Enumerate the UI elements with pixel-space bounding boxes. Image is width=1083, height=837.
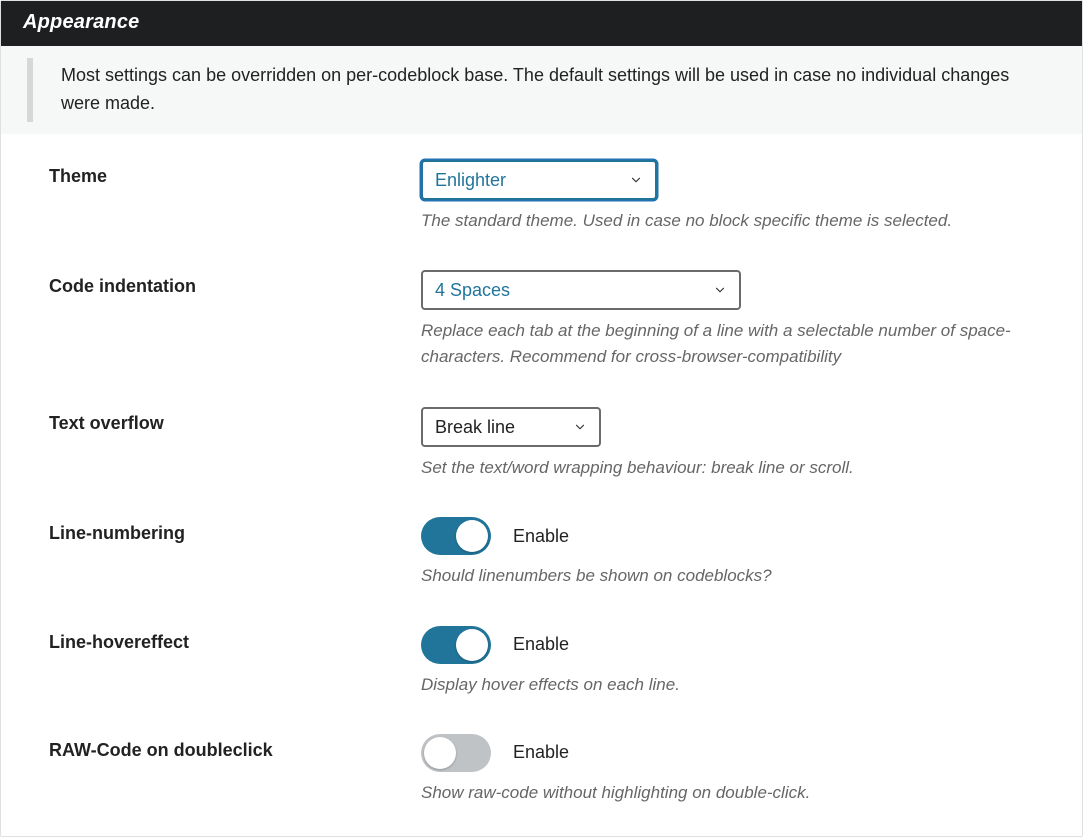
- field-linenumbering: Line-numbering Enable Should linenumbers…: [49, 517, 1042, 589]
- field-overflow: Text overflow Break line Set the text/wo…: [49, 407, 1042, 481]
- field-indentation: Code indentation 4 Spaces Replace each t…: [49, 270, 1042, 371]
- indent-desc: Replace each tab at the beginning of a l…: [421, 318, 1042, 371]
- overflow-desc: Set the text/word wrapping behaviour: br…: [421, 455, 1042, 481]
- info-notice: Most settings can be overridden on per-c…: [1, 46, 1082, 134]
- field-rawcode: RAW-Code on doubleclick Enable Show raw-…: [49, 734, 1042, 806]
- panel-title: Appearance: [1, 1, 1082, 46]
- raw-desc: Show raw-code without highlighting on do…: [421, 780, 1042, 806]
- field-hover: Line-hovereffect Enable Display hover ef…: [49, 626, 1042, 698]
- linenum-toggle-label: Enable: [513, 526, 569, 547]
- theme-label: Theme: [49, 160, 421, 187]
- overflow-select[interactable]: Break line: [421, 407, 601, 447]
- settings-form: Theme Enlighter The standard theme. Used…: [1, 134, 1082, 836]
- theme-desc: The standard theme. Used in case no bloc…: [421, 208, 1042, 234]
- indent-label: Code indentation: [49, 270, 421, 297]
- linenum-toggle[interactable]: [421, 517, 491, 555]
- raw-label: RAW-Code on doubleclick: [49, 734, 421, 761]
- raw-toggle-label: Enable: [513, 742, 569, 763]
- overflow-label: Text overflow: [49, 407, 421, 434]
- settings-panel: Appearance Most settings can be overridd…: [0, 0, 1083, 837]
- linenum-desc: Should linenumbers be shown on codeblock…: [421, 563, 1042, 589]
- indent-select[interactable]: 4 Spaces: [421, 270, 741, 310]
- field-theme: Theme Enlighter The standard theme. Used…: [49, 160, 1042, 234]
- hover-label: Line-hovereffect: [49, 626, 421, 653]
- raw-toggle[interactable]: [421, 734, 491, 772]
- hover-toggle[interactable]: [421, 626, 491, 664]
- linenum-label: Line-numbering: [49, 517, 421, 544]
- hover-toggle-label: Enable: [513, 634, 569, 655]
- theme-select[interactable]: Enlighter: [421, 160, 657, 200]
- hover-desc: Display hover effects on each line.: [421, 672, 1042, 698]
